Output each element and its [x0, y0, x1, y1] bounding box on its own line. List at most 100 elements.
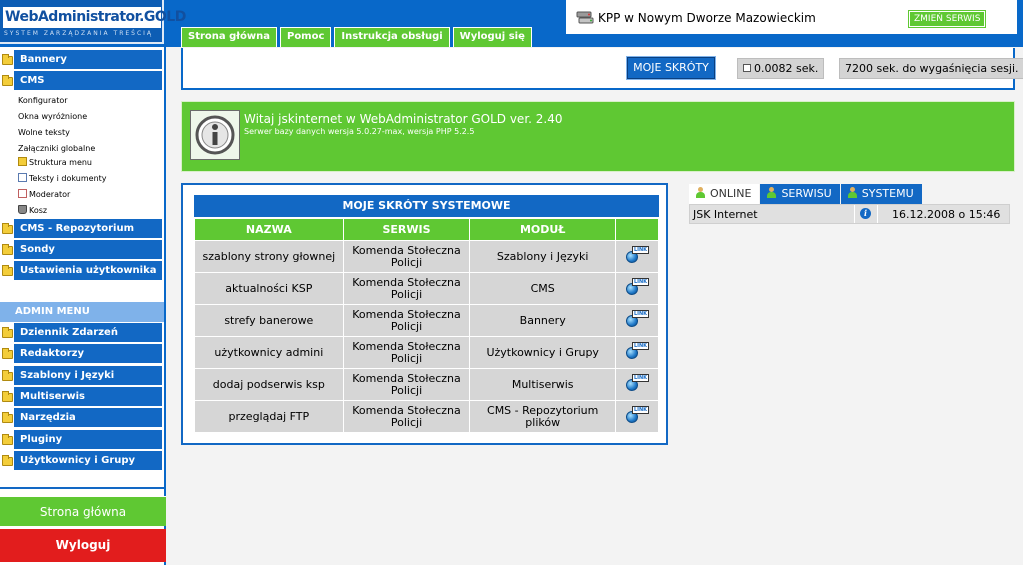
cell-link: LINK	[615, 336, 659, 369]
table-row: przeglądaj FTP Komenda Stołeczna Policji…	[194, 400, 659, 433]
cell-service: Komenda Stołeczna Policji	[342, 240, 471, 273]
cell-link: LINK	[615, 272, 659, 305]
tab-home[interactable]: Strona główna	[181, 27, 277, 47]
folder-icon	[2, 54, 13, 65]
sidebar-item-cms[interactable]: CMS	[14, 71, 162, 90]
cms-sub-okna[interactable]: Okna wyróżnione	[18, 112, 87, 121]
online-tabs: ONLINE SERWISU SYSTEMU	[689, 184, 922, 204]
table-row: szablony strony głownej Komenda Stołeczn…	[194, 240, 659, 273]
table-row: użytkownicy admini Komenda Stołeczna Pol…	[194, 336, 659, 369]
generation-time: 0.0082 sek.	[737, 58, 825, 79]
sub-label: Moderator	[29, 190, 71, 199]
link-icon[interactable]: LINK	[626, 342, 650, 360]
sidebar-item-bannery[interactable]: Bannery	[14, 50, 162, 69]
table-row: dodaj podserwis ksp Komenda Stołeczna Po…	[194, 368, 659, 401]
sidebar-item-multiserwis[interactable]: Multiserwis	[14, 387, 162, 406]
folder-icon	[2, 348, 13, 359]
cell-link: LINK	[615, 368, 659, 401]
cell-name: przeglądaj FTP	[194, 400, 344, 433]
my-shortcuts-button[interactable]: MOJE SKRÓTY	[626, 56, 716, 80]
cell-link: LINK	[615, 240, 659, 273]
sidebar-item-sondy[interactable]: Sondy	[14, 240, 162, 259]
cell-name: strefy banerowe	[194, 304, 344, 337]
sidebar-item-narzedzia[interactable]: Narzędzia	[14, 408, 162, 427]
column-header-link	[615, 218, 659, 241]
logout-button[interactable]: Wyloguj	[0, 529, 166, 562]
folder-icon	[2, 370, 13, 381]
sidebar-item-uzytkownicy[interactable]: Użytkownicy i Grupy	[14, 451, 162, 470]
cell-name: aktualności KSP	[194, 272, 344, 305]
sidebar-item-szablony[interactable]: Szablony i Języki	[14, 366, 162, 385]
shortcut-strip: MOJE SKRÓTY 0.0082 sek. 7200 sek. do wyg…	[181, 48, 1023, 90]
cms-sub-kosz[interactable]: Kosz	[18, 205, 47, 215]
welcome-banner: Witaj jskinternet w WebAdministrator GOL…	[181, 101, 1015, 172]
sidebar-item-pluginy[interactable]: Pluginy	[14, 430, 162, 449]
sidebar-divider	[0, 487, 164, 489]
cell-name: szablony strony głownej	[194, 240, 344, 273]
user-info-cell: i	[854, 205, 878, 223]
tab-manual[interactable]: Instrukcja obsługi	[334, 27, 450, 47]
home-button[interactable]: Strona główna	[0, 496, 166, 526]
table-row: aktualności KSP Komenda Stołeczna Policj…	[194, 272, 659, 305]
info-icon	[190, 110, 240, 160]
tab-systemu[interactable]: SYSTEMU	[840, 184, 922, 204]
cell-service: Komenda Stołeczna Policji	[342, 368, 471, 401]
sidebar-item-dziennik[interactable]: Dziennik Zdarzeń	[14, 323, 162, 342]
folder-icon	[18, 157, 27, 166]
cms-sub-zalaczniki[interactable]: Załączniki globalne	[18, 144, 95, 153]
column-header-service: SERWIS	[342, 218, 471, 241]
cms-sub-teksty[interactable]: Teksty i dokumenty	[18, 173, 107, 183]
change-service-button[interactable]: ZMIEŃ SERWIS	[907, 10, 987, 28]
link-icon[interactable]: LINK	[626, 406, 650, 424]
cms-sub-moderator[interactable]: Moderator	[18, 189, 70, 199]
tab-help[interactable]: Pomoc	[279, 27, 332, 47]
sidebar: Bannery CMS Konfigurator Okna wyróżnione…	[0, 47, 166, 565]
link-tag: LINK	[632, 246, 650, 254]
tab-serwisu[interactable]: SERWISU	[760, 184, 840, 204]
cms-sub-wolne-teksty[interactable]: Wolne teksty	[18, 128, 70, 137]
cell-service: Komenda Stołeczna Policji	[342, 304, 471, 337]
cms-sub-struktura-menu[interactable]: Struktura menu	[18, 157, 92, 167]
info-icon[interactable]: i	[860, 208, 871, 219]
user-icon	[695, 187, 706, 199]
folder-icon	[2, 244, 13, 255]
cell-name: dodaj podserwis ksp	[194, 368, 344, 401]
app-logo[interactable]: WebAdministrator.GOLD SYSTEM ZARZĄDZANIA…	[0, 0, 186, 44]
sub-label: Teksty i dokumenty	[29, 174, 107, 183]
cell-module: Użytkownicy i Grupy	[469, 336, 617, 369]
online-user-name: JSK Internet	[693, 208, 758, 221]
welcome-title: Witaj jskinternet w WebAdministrator GOL…	[244, 112, 563, 126]
link-icon[interactable]: LINK	[626, 374, 650, 392]
sub-label: Struktura menu	[29, 158, 93, 167]
generation-time-value: 0.0082 sek.	[754, 62, 819, 75]
link-tag: LINK	[632, 406, 650, 414]
moderator-icon	[18, 189, 27, 198]
cell-module: Multiserwis	[469, 368, 617, 401]
cell-module: Bannery	[469, 304, 617, 337]
link-tag: LINK	[632, 278, 650, 286]
link-tag: LINK	[632, 374, 650, 382]
tab-online[interactable]: ONLINE	[689, 184, 760, 204]
online-user-row: JSK Internet i 16.12.2008 o 15:46	[689, 204, 1010, 224]
link-icon[interactable]: LINK	[626, 310, 650, 328]
sidebar-item-ustawienia[interactable]: Ustawienia użytkownika	[14, 261, 162, 280]
service-name: KPP w Nowym Dworze Mazowieckim	[598, 11, 816, 25]
sidebar-item-cms-repozytorium[interactable]: CMS - Repozytorium	[14, 219, 162, 238]
logo-name: WebAdministrator.GOLD	[3, 7, 186, 28]
cell-module: Szablony i Języki	[469, 240, 617, 273]
top-bar: WebAdministrator.GOLD SYSTEM ZARZĄDZANIA…	[0, 0, 1023, 47]
service-box: KPP w Nowym Dworze Mazowieckim ZMIEŃ SER…	[564, 0, 1019, 36]
tab-label: SYSTEMU	[861, 187, 914, 200]
link-icon[interactable]: LINK	[626, 278, 650, 296]
sidebar-item-redaktorzy[interactable]: Redaktorzy	[14, 344, 162, 363]
shortcuts-panel: MOJE SKRÓTY SYSTEMOWE NAZWA SERWIS MODUŁ…	[181, 183, 668, 445]
tab-logout[interactable]: Wyloguj się	[452, 27, 532, 47]
trash-icon	[18, 205, 27, 214]
folder-icon	[2, 391, 13, 402]
cell-module: CMS	[469, 272, 617, 305]
folder-icon	[2, 265, 13, 276]
cms-sub-konfigurator[interactable]: Konfigurator	[18, 96, 68, 105]
admin-menu-header: ADMIN MENU	[0, 302, 164, 322]
welcome-subtitle: Serwer bazy danych wersja 5.0.27-max, we…	[244, 127, 475, 136]
link-icon[interactable]: LINK	[626, 246, 650, 264]
